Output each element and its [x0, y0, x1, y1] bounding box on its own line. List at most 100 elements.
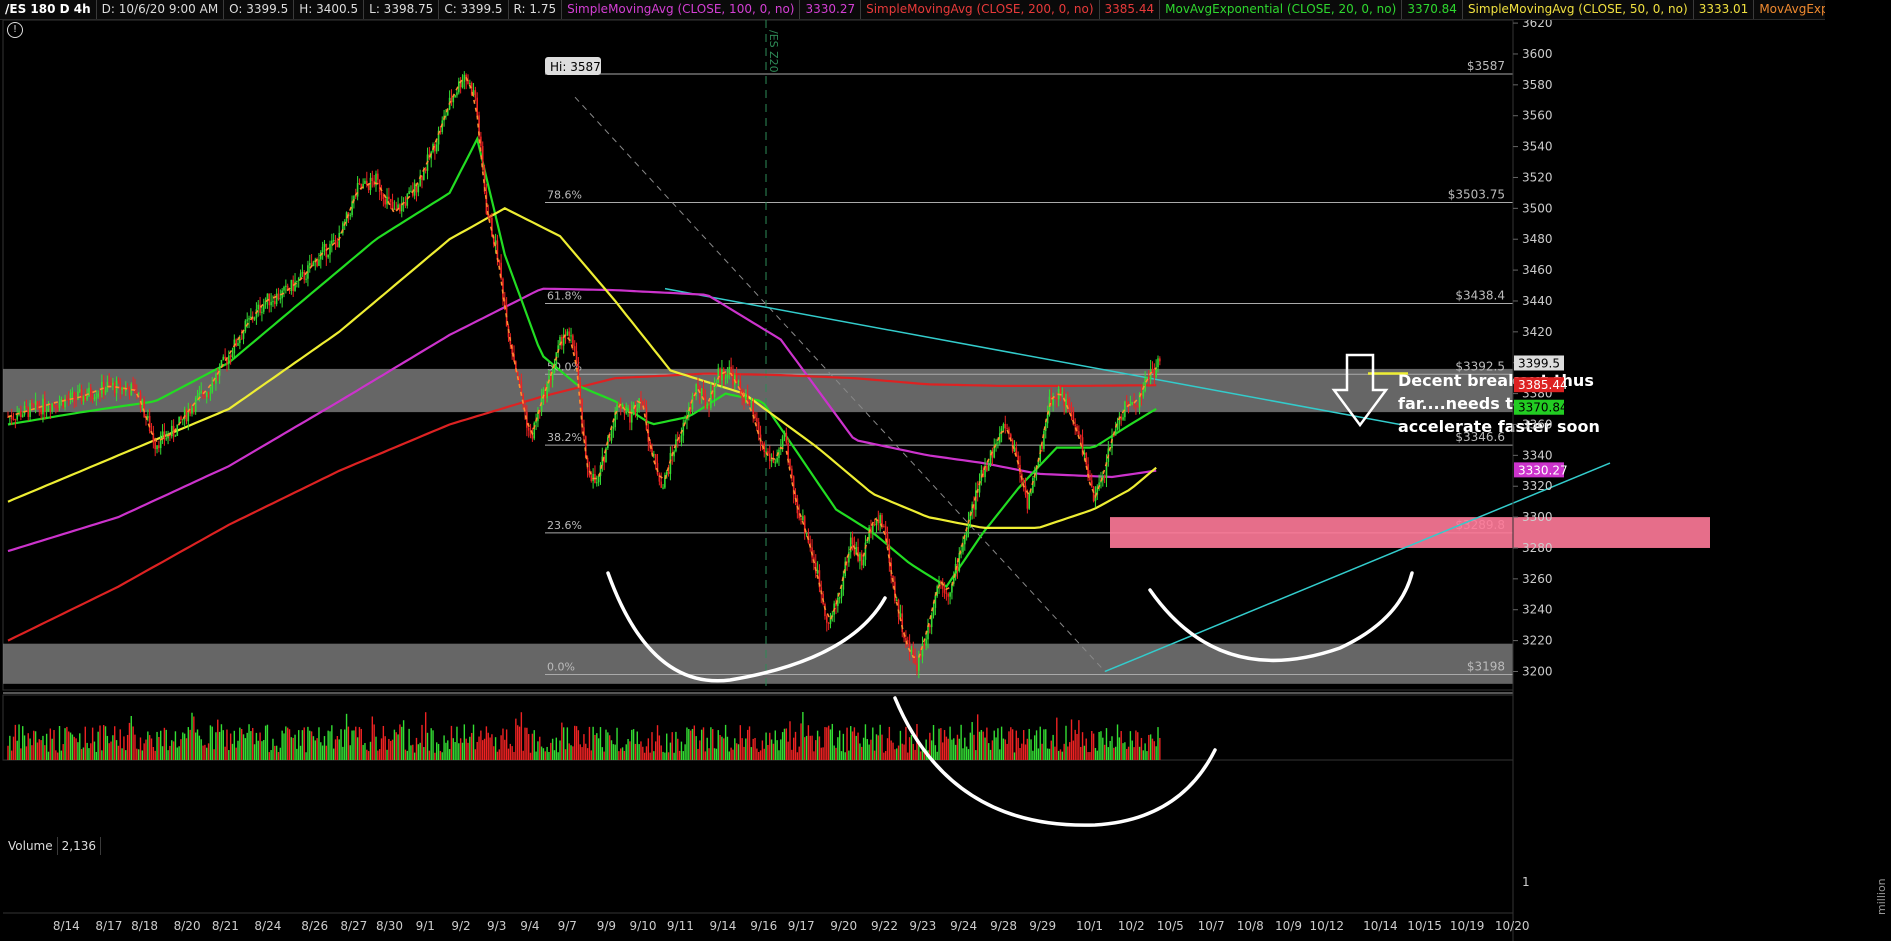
- volume-bar: [474, 749, 477, 760]
- volume-bar: [331, 725, 333, 760]
- candle-body: [78, 389, 81, 392]
- volume-label[interactable]: Volume: [4, 837, 58, 855]
- volume-bar: [14, 724, 17, 760]
- volume-bar: [774, 730, 776, 760]
- volume-bar: [424, 712, 427, 760]
- volume-bar: [64, 728, 66, 760]
- volume-bar: [1035, 730, 1038, 760]
- volume-bar: [459, 738, 462, 760]
- study-sma100-value: 3330.27: [800, 0, 862, 19]
- price-chart[interactable]: $3587$3503.7578.6%$3438.461.8%$3392.550.…: [0, 0, 1891, 941]
- volume-bar: [969, 732, 972, 760]
- volume-bar: [522, 750, 524, 760]
- x-tick-label-25: 9/29: [1029, 919, 1056, 933]
- candle-body: [1006, 428, 1008, 430]
- volume-bar: [540, 746, 543, 760]
- candle-body: [726, 373, 729, 378]
- candle-body: [380, 191, 383, 195]
- candle-body: [1136, 406, 1139, 408]
- fib-label-4: 38.2%: [547, 431, 582, 444]
- volume-bar: [187, 727, 190, 760]
- candle-body: [90, 387, 92, 397]
- volume-bar: [340, 729, 342, 760]
- study-sma200-label[interactable]: SimpleMovingAvg (CLOSE, 200, 0, no): [861, 0, 1100, 19]
- candle-body: [404, 202, 407, 206]
- volume-bar: [1107, 747, 1110, 760]
- volume-bar: [785, 728, 788, 760]
- candle-body: [1054, 398, 1056, 400]
- candle-body: [112, 382, 114, 386]
- volume-bar: [410, 745, 412, 760]
- candle-body: [1079, 435, 1082, 438]
- candle-body: [895, 599, 898, 601]
- volume-bar: [647, 738, 650, 760]
- volume-bar: [93, 741, 96, 760]
- candle-body: [706, 406, 708, 408]
- price-tag-label-2: 3370.84: [1518, 401, 1568, 415]
- candle-body: [781, 436, 784, 448]
- candle-body: [1114, 429, 1117, 436]
- candle-body: [750, 401, 753, 404]
- volume-bar: [160, 730, 162, 760]
- volume-bar: [1085, 738, 1087, 760]
- volume-bar: [642, 746, 644, 760]
- candle-body: [209, 392, 212, 394]
- volume-bar: [448, 749, 451, 760]
- volume-bar: [667, 752, 670, 760]
- volume-bar: [134, 734, 136, 760]
- study-sma50-label[interactable]: SimpleMovingAvg (CLOSE, 50, 0, no): [1463, 0, 1694, 19]
- volume-bar: [356, 737, 359, 760]
- candle-body: [826, 616, 828, 623]
- candle-body: [927, 625, 929, 640]
- volume-bar: [40, 740, 42, 760]
- candle-body: [239, 338, 241, 344]
- volume-bar: [509, 743, 512, 760]
- volume-bar: [1063, 743, 1065, 760]
- volume-bar: [1094, 747, 1097, 760]
- candle-body: [949, 592, 951, 597]
- candle-body: [139, 392, 142, 408]
- y-tick-label-8: 3360: [1522, 417, 1553, 431]
- candle-body: [399, 204, 401, 212]
- candle-body: [207, 392, 210, 394]
- info-icon[interactable]: !: [7, 22, 23, 38]
- study-ema-fast-label[interactable]: MovAvgExponential (CLOSE...: [1754, 0, 1825, 19]
- volume-bar: [533, 730, 535, 760]
- volume-bar: [1034, 735, 1036, 760]
- study-ema20-label[interactable]: MovAvgExponential (CLOSE, 20, 0, no): [1160, 0, 1403, 19]
- volume-bar: [121, 748, 123, 760]
- volume-bar: [756, 748, 758, 760]
- candle-body: [721, 368, 723, 381]
- candle-body: [1148, 376, 1150, 380]
- volume-bar: [1124, 742, 1126, 760]
- volume-bar: [128, 722, 131, 760]
- candle-body: [182, 419, 184, 421]
- volume-bar: [1039, 726, 1041, 760]
- volume-bar: [888, 726, 891, 760]
- volume-bar: [962, 748, 964, 760]
- volume-bar: [143, 743, 145, 760]
- volume-bar: [198, 735, 201, 760]
- volume-bar: [1122, 743, 1124, 760]
- candle-body: [174, 435, 177, 437]
- volume-bar: [721, 736, 723, 760]
- volume-bar: [704, 751, 707, 760]
- candle-body: [303, 272, 306, 280]
- candle-body: [987, 464, 990, 471]
- volume-bar: [1109, 740, 1111, 760]
- volume-bar: [986, 727, 988, 760]
- candle-body: [912, 649, 915, 656]
- candle-body: [662, 487, 664, 489]
- volume-bar: [500, 735, 502, 760]
- y-tick-label-20: 3600: [1522, 47, 1553, 61]
- volume-bar: [25, 746, 28, 760]
- volume-bar: [413, 752, 416, 760]
- volume-bar: [958, 738, 960, 760]
- volume-bar: [666, 733, 668, 760]
- volume-bar: [662, 751, 664, 760]
- study-sma100-label[interactable]: SimpleMovingAvg (CLOSE, 100, 0, no): [562, 0, 801, 19]
- volume-bar: [894, 749, 896, 760]
- volume-bar: [147, 731, 149, 760]
- symbol-label[interactable]: /ES 180 D 4h: [0, 0, 97, 19]
- chart-header: /ES 180 D 4h D: 10/6/20 9:00 AM O: 3399.…: [0, 0, 1825, 20]
